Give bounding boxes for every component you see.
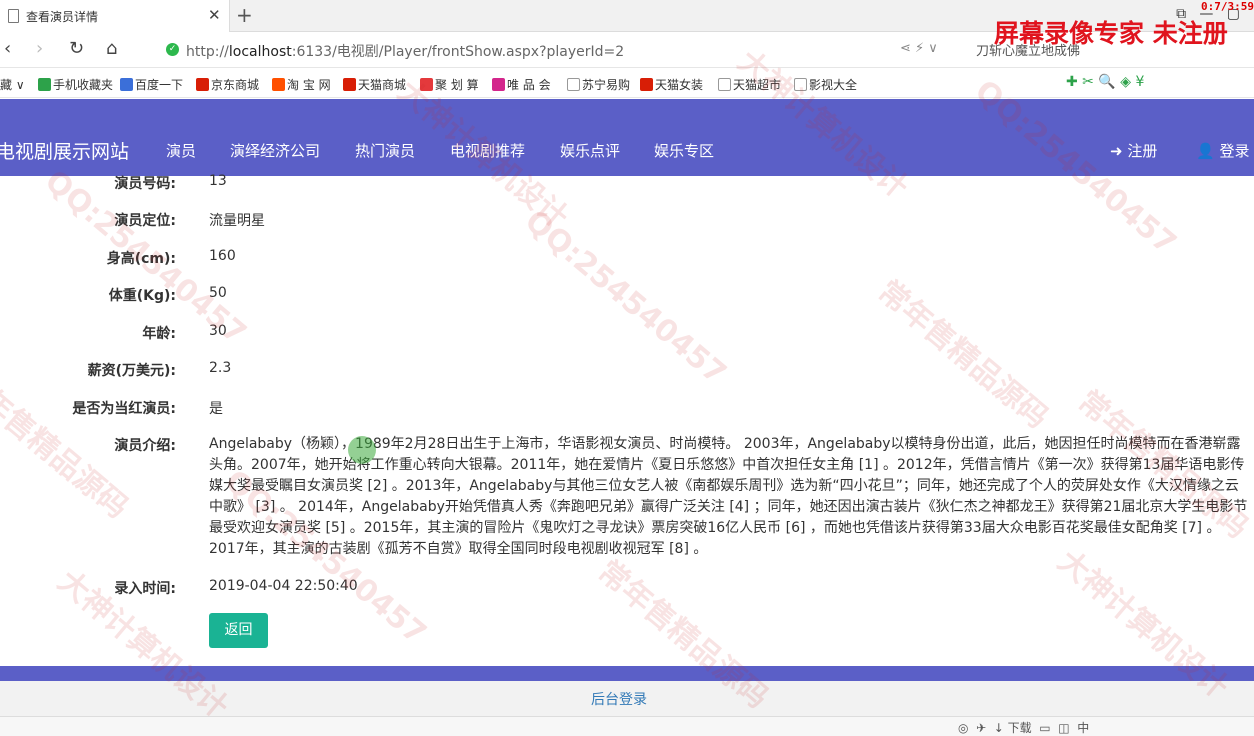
watermark: QQ:254540457 (518, 203, 733, 392)
tab-title: 查看演员详情 (26, 10, 99, 24)
user-icon: 👤 (1196, 142, 1215, 160)
bookmark-item[interactable]: 京东商城 (196, 76, 259, 93)
field-label: 年龄: (142, 326, 176, 342)
site-brand[interactable]: 电视剧展示网站 (0, 137, 129, 164)
field-label: 演员号码: (114, 176, 176, 192)
field-label: 身高(cm): (106, 251, 176, 267)
url-input[interactable]: ✓ http://localhost:6133/电视剧/Player/front… (160, 36, 955, 64)
footer: 后台登录 (0, 681, 1254, 716)
page-icon (567, 78, 580, 91)
register-link[interactable]: ➜ 注册 (1110, 140, 1157, 161)
bookmark-item[interactable]: 影视大全 (794, 76, 857, 93)
browser-status-bar: ◎ ✈ ↓ 下载 ▭ ◫ 中 (0, 716, 1254, 736)
field-value: 是 (209, 401, 223, 417)
field-value: 2.3 (209, 360, 232, 376)
back-button[interactable]: 返回 (209, 613, 268, 648)
field-label: 演员定位: (114, 213, 176, 229)
page-icon (794, 78, 807, 91)
field-label: 是否为当红演员: (72, 401, 176, 417)
field-value: 50 (209, 285, 227, 301)
page-icon (8, 9, 19, 23)
footer-bar (0, 666, 1254, 681)
bookmark-item[interactable]: 百度一下 (120, 76, 183, 93)
sign-in-icon: ➜ (1110, 142, 1123, 160)
url-text: http://localhost:6133/电视剧/Player/frontSh… (186, 44, 625, 60)
juhuasuan-icon (420, 78, 433, 91)
vip-icon (492, 78, 505, 91)
login-link[interactable]: 👤 登录 (1196, 140, 1249, 161)
share-icon[interactable]: ⋖ ⚡ ∨ (900, 41, 938, 56)
tmall-icon (343, 78, 356, 91)
extension-icons[interactable]: ✚ ✂ 🔍 ◈ ¥ (1066, 74, 1144, 90)
cursor-highlight (348, 436, 376, 464)
forward-icon[interactable]: › (36, 38, 43, 59)
field-value: 160 (209, 248, 236, 264)
nav-entertainment[interactable]: 娱乐专区 (654, 140, 714, 161)
time-label: 录入时间: (114, 581, 176, 597)
bookmark-item[interactable]: 唯 品 会 (492, 76, 551, 93)
home-icon[interactable]: ⌂ (106, 38, 117, 59)
bookmark-item[interactable]: 聚 划 算 (420, 76, 479, 93)
nav-hot-actors[interactable]: 热门演员 (355, 140, 415, 161)
bookmarks-bar: 藏 ∨ 手机收藏夹 百度一下 京东商城 淘 宝 网 天猫商城 聚 划 算 唯 品… (0, 68, 1254, 98)
taobao-icon (272, 78, 285, 91)
field-value: 13 (209, 173, 227, 189)
field-value: 流量明星 (209, 213, 265, 229)
nav-actors[interactable]: 演员 (166, 140, 196, 161)
admin-login-link[interactable]: 后台登录 (591, 689, 647, 709)
recording-timer: 0:7/3:59 (1201, 0, 1254, 13)
nav-agency[interactable]: 演绎经济公司 (230, 140, 320, 161)
phone-icon (38, 78, 51, 91)
bookmark-item[interactable]: 天猫超市 (718, 76, 781, 93)
bookmark-item[interactable]: 苏宁易购 (567, 76, 630, 93)
jd-icon (196, 78, 209, 91)
reload-icon[interactable]: ↻ (69, 38, 84, 59)
status-icons[interactable]: ◎ ✈ ↓ 下载 ▭ ◫ 中 (958, 719, 1089, 736)
field-label: 体重(Kg): (108, 288, 176, 304)
field-label: 薪资(万美元): (87, 363, 176, 379)
recorder-watermark: 屏幕录像专家 未注册 (994, 19, 1228, 48)
bookmark-item[interactable]: 手机收藏夹 (38, 76, 113, 93)
bookmark-item[interactable]: 天猫女装 (640, 76, 703, 93)
page-icon (718, 78, 731, 91)
new-tab-icon[interactable]: + (236, 3, 253, 27)
tmall-icon (640, 78, 653, 91)
bookmark-item[interactable]: 藏 ∨ (0, 76, 25, 93)
watermark: 常年售精品源码 (871, 273, 1055, 436)
intro-label: 演员介绍: (114, 438, 176, 454)
back-icon[interactable]: ‹ (4, 38, 11, 59)
close-tab-icon[interactable]: ✕ (208, 6, 221, 24)
shield-icon: ✓ (166, 43, 179, 56)
nav-reviews[interactable]: 娱乐点评 (560, 140, 620, 161)
baidu-icon (120, 78, 133, 91)
bookmark-item[interactable]: 淘 宝 网 (272, 76, 331, 93)
bookmark-item[interactable]: 天猫商城 (343, 76, 406, 93)
time-value: 2019-04-04 22:50:40 (209, 578, 358, 594)
field-value: 30 (209, 323, 227, 339)
nav-tv-recommend[interactable]: 电视剧推荐 (450, 140, 525, 161)
site-navbar: 电视剧展示网站 演员 演绎经济公司 热门演员 电视剧推荐 娱乐点评 娱乐专区 ➜… (0, 99, 1254, 176)
browser-tab[interactable]: 查看演员详情 ✕ (0, 0, 230, 32)
